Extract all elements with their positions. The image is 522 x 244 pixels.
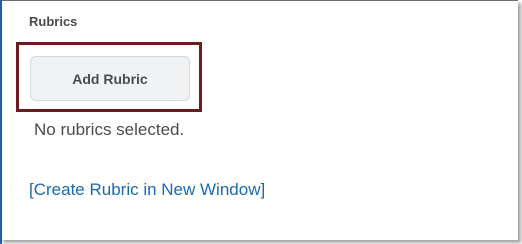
- create-rubric-link[interactable]: [Create Rubric in New Window]: [29, 180, 265, 200]
- add-rubric-button[interactable]: Add Rubric: [30, 56, 190, 101]
- left-accent-bar: [0, 0, 2, 244]
- empty-state-message: No rubrics selected.: [34, 120, 185, 139]
- section-title: Rubrics: [29, 14, 78, 29]
